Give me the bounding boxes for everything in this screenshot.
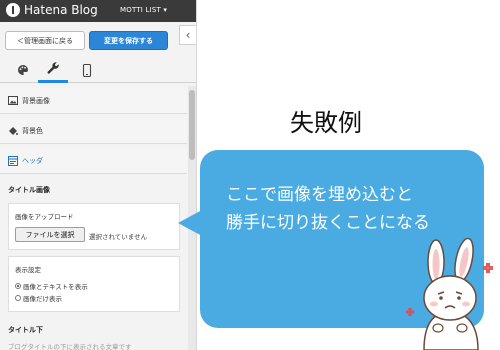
section-label: 背景画像 <box>22 96 50 105</box>
wrench-icon <box>47 62 59 74</box>
radio-image-only[interactable]: 画像だけ表示 <box>15 293 62 303</box>
smartphone-icon <box>82 63 92 77</box>
screenshot: Hatena Blog MOTTI LIST ▾ ＜管理画面に戻る 変更を保存す… <box>0 0 500 350</box>
save-changes-button[interactable]: 変更を保存する <box>89 31 168 50</box>
radio-label: 画像だけ表示 <box>23 295 62 303</box>
display-setting-label: 表示設定 <box>15 266 41 274</box>
display-setting-box: 表示設定 画像とテキストを表示 画像だけ表示 <box>8 256 180 312</box>
blog-switcher[interactable]: MOTTI LIST ▾ <box>120 6 167 14</box>
hatena-blog-logo[interactable]: Hatena Blog <box>6 3 98 17</box>
image-icon <box>8 96 18 106</box>
radio-button[interactable] <box>15 283 21 289</box>
title-below-heading: タイトル下 <box>8 326 43 334</box>
back-to-dashboard-button[interactable]: ＜管理画面に戻る <box>5 31 85 50</box>
radio-label: 画像とテキストを表示 <box>23 283 88 291</box>
section-label: 背景色 <box>22 126 43 135</box>
top-bar: Hatena Blog MOTTI LIST ▾ <box>0 0 196 22</box>
hatena-logo-icon <box>6 3 20 17</box>
palette-icon <box>18 65 28 75</box>
section-header[interactable]: ヘッダ <box>0 148 187 174</box>
file-status-text: 選択されていません <box>89 233 148 241</box>
logo-text: Hatena Blog <box>24 3 98 17</box>
scrollbar-thumb[interactable] <box>189 90 195 160</box>
panel-tabs <box>0 57 196 83</box>
upload-box: 画像をアップロード ファイルを選択 選択されていません <box>8 203 180 250</box>
tab-design[interactable] <box>8 57 38 83</box>
title-below-description: ブログタイトルの下に表示される文章です <box>8 343 132 350</box>
upload-label: 画像をアップロード <box>15 213 74 221</box>
collapse-panel-button[interactable]: ‹ <box>179 25 196 45</box>
section-label: ヘッダ <box>22 156 43 165</box>
bubble-text-line-2: 勝手に切り抜くことになる <box>226 213 430 233</box>
radio-image-and-text[interactable]: 画像とテキストを表示 <box>15 281 88 291</box>
choose-file-button[interactable]: ファイルを選択 <box>15 227 85 242</box>
failure-example-title: 失敗例 <box>290 109 362 137</box>
rabbit-mascot-icon <box>405 238 493 350</box>
tab-customize[interactable] <box>38 57 68 83</box>
paint-bucket-icon <box>8 126 18 136</box>
title-image-heading: タイトル画像 <box>8 186 50 194</box>
section-background-color[interactable]: 背景色 <box>0 118 187 144</box>
header-icon <box>8 155 18 166</box>
bubble-text-line-1: ここで画像を埋め込むと <box>226 185 413 205</box>
section-background-image[interactable]: 背景画像 <box>0 88 187 114</box>
customize-panel: Hatena Blog MOTTI LIST ▾ ＜管理画面に戻る 変更を保存す… <box>0 0 197 350</box>
tab-mobile[interactable] <box>72 57 102 83</box>
speech-bubble-tail <box>178 210 202 236</box>
radio-button[interactable] <box>15 295 21 301</box>
